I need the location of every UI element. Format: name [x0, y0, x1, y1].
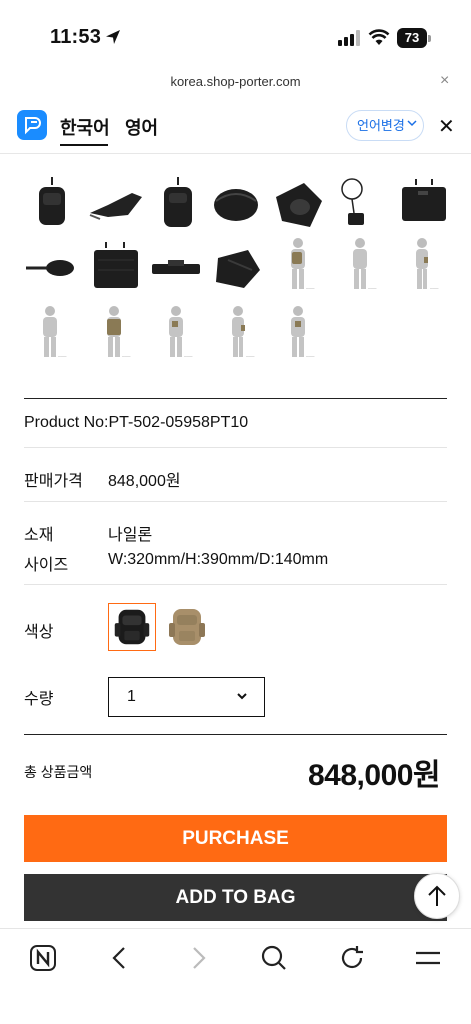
- forward-icon[interactable]: [183, 943, 213, 973]
- size-value: W:320mm/H:390mm/D:140mm: [108, 551, 329, 568]
- thumbnail[interactable]: ───: [334, 235, 390, 291]
- search-icon[interactable]: [259, 943, 289, 973]
- status-time: 11:53: [50, 26, 102, 48]
- divider: [24, 584, 447, 585]
- change-language-button[interactable]: 언어변경: [346, 110, 424, 141]
- section-divider: [24, 734, 447, 735]
- size-label: 사이즈: [24, 557, 69, 574]
- total-amount: 848,000원: [308, 759, 441, 792]
- material-value: 나일론: [108, 527, 153, 544]
- cell-signal-icon: [338, 30, 360, 46]
- material-label: 소재: [24, 527, 54, 544]
- color-swatch-black[interactable]: [108, 603, 156, 651]
- divider: [24, 447, 447, 448]
- svg-text:───: ───: [305, 286, 315, 291]
- product-number-value: PT-502-05958PT10: [108, 414, 249, 431]
- svg-text:───: ───: [429, 286, 439, 291]
- tab-korean-label: 한국어: [60, 118, 110, 138]
- quantity-value: 1: [127, 688, 136, 705]
- color-swatch-coyote[interactable]: [163, 603, 211, 651]
- browser-bottom-nav: [0, 928, 471, 1024]
- location-arrow-icon: [106, 30, 120, 44]
- back-icon[interactable]: [105, 943, 135, 973]
- close-translate-button[interactable]: ✕: [438, 114, 455, 139]
- price-value: 848,000원: [108, 473, 181, 490]
- url-text[interactable]: korea.shop-porter.com: [0, 74, 471, 89]
- chevron-down-icon: [407, 111, 417, 140]
- thumbnail[interactable]: [208, 240, 264, 296]
- thumbnail[interactable]: [396, 175, 452, 231]
- battery-level: 73: [397, 28, 427, 48]
- thumbnail[interactable]: [150, 175, 206, 231]
- thumbnail[interactable]: [88, 240, 144, 296]
- wifi-icon: [368, 29, 390, 45]
- section-divider: [24, 398, 447, 399]
- naver-home-icon[interactable]: [28, 943, 58, 973]
- change-language-label: 언어변경: [357, 118, 405, 133]
- add-to-bag-button[interactable]: ADD TO BAG: [24, 874, 447, 921]
- price-label: 판매가격: [24, 473, 83, 490]
- product-thumbnail-grid: ─── ─── ─── ─── ─── ─── ─── ───: [0, 155, 471, 370]
- tab-english[interactable]: 영어: [125, 114, 158, 140]
- thumbnail[interactable]: [24, 175, 80, 231]
- purchase-button[interactable]: PURCHASE: [24, 815, 447, 862]
- thumbnail[interactable]: ───: [88, 303, 144, 359]
- tab-korean[interactable]: 한국어: [60, 114, 110, 146]
- arrow-up-icon: [428, 885, 446, 906]
- color-label: 색상: [24, 624, 54, 641]
- thumbnail[interactable]: ───: [272, 235, 328, 291]
- total-label: 총 상품금액: [24, 764, 93, 780]
- svg-text:───: ───: [183, 354, 193, 359]
- status-bar: 11:53 73: [0, 0, 471, 72]
- divider: [24, 501, 447, 502]
- menu-icon[interactable]: [413, 943, 443, 973]
- thumbnail[interactable]: [208, 175, 264, 231]
- product-number-label: Product No:: [24, 414, 109, 431]
- thumbnail[interactable]: [334, 175, 390, 231]
- thumbnail[interactable]: ───: [396, 235, 452, 291]
- thumbnail[interactable]: [24, 240, 80, 296]
- thumbnail[interactable]: ───: [150, 303, 206, 359]
- svg-text:───: ───: [121, 354, 131, 359]
- product-number: Product No:PT-502-05958PT10: [24, 414, 248, 432]
- svg-text:───: ───: [57, 354, 67, 359]
- thumbnail[interactable]: ───: [24, 303, 80, 359]
- active-tab-indicator: [60, 144, 108, 146]
- refresh-icon[interactable]: [337, 943, 367, 973]
- battery-icon: 73: [397, 28, 431, 48]
- thumbnail[interactable]: ───: [272, 303, 328, 359]
- svg-text:───: ───: [367, 286, 377, 291]
- close-tab-icon[interactable]: ×: [440, 72, 449, 90]
- scroll-to-top-button[interactable]: [414, 873, 460, 919]
- thumbnail[interactable]: [148, 240, 204, 296]
- thumbnail[interactable]: [270, 177, 326, 233]
- translate-app-icon: [17, 110, 47, 140]
- svg-text:───: ───: [245, 354, 255, 359]
- quantity-select[interactable]: 1: [108, 677, 265, 717]
- thumbnail[interactable]: [88, 175, 144, 231]
- thumbnail[interactable]: ───: [212, 303, 268, 359]
- svg-text:───: ───: [305, 354, 315, 359]
- language-bar: 한국어 영어 언어변경 ✕: [0, 100, 471, 154]
- chevron-down-icon: [237, 693, 247, 700]
- quantity-label: 수량: [24, 691, 54, 708]
- address-bar[interactable]: korea.shop-porter.com ×: [0, 68, 471, 98]
